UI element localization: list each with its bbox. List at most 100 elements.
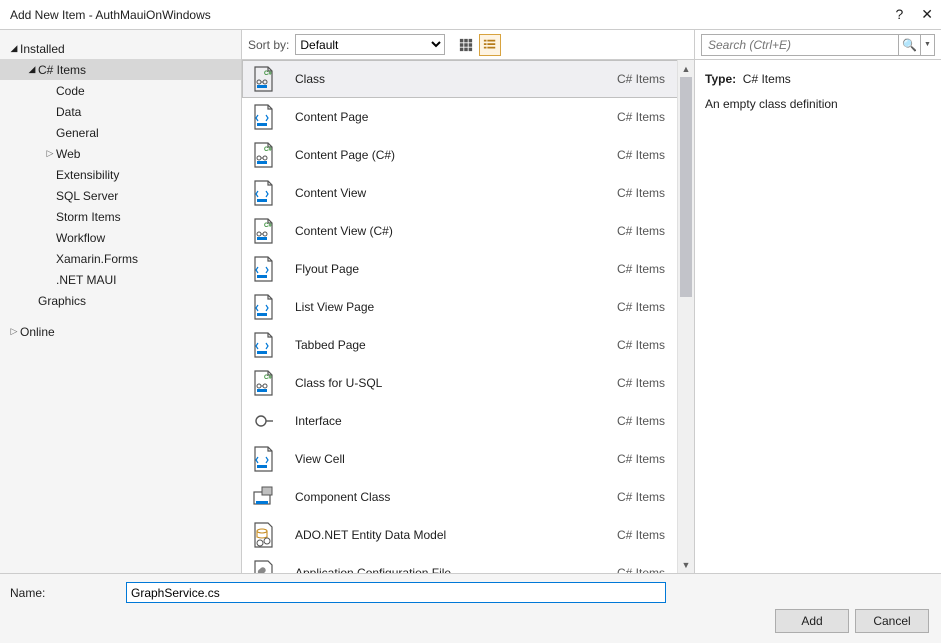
sort-dropdown[interactable]: Default bbox=[295, 34, 445, 55]
template-item-name: Class for U-SQL bbox=[277, 376, 617, 390]
template-item[interactable]: InterfaceC# Items bbox=[242, 402, 694, 440]
expand-icon[interactable]: ◢ bbox=[26, 64, 38, 75]
template-item[interactable]: Content ViewC# Items bbox=[242, 174, 694, 212]
template-item[interactable]: Application Configuration FileC# Items bbox=[242, 554, 694, 573]
template-item[interactable]: Content PageC# Items bbox=[242, 98, 694, 136]
template-item-name: Flyout Page bbox=[277, 262, 617, 276]
scroll-up-icon[interactable]: ▲ bbox=[678, 60, 694, 77]
tree-node-label: Web bbox=[56, 147, 80, 161]
ado-file-icon bbox=[249, 521, 277, 549]
add-button[interactable]: Add bbox=[775, 609, 849, 633]
close-button[interactable]: ✕ bbox=[921, 6, 933, 23]
description-panel: Type: C# Items An empty class definition bbox=[695, 60, 941, 124]
tree-node-label: Online bbox=[20, 325, 55, 339]
expand-icon[interactable]: ▷ bbox=[8, 326, 20, 337]
tree-node-label: Code bbox=[56, 84, 85, 98]
tree-node-code[interactable]: Code bbox=[0, 80, 241, 101]
search-input[interactable] bbox=[702, 38, 898, 52]
search-dropdown-icon[interactable]: ▼ bbox=[920, 35, 934, 55]
scroll-thumb[interactable] bbox=[680, 77, 692, 297]
category-tree: ◢Installed◢C# ItemsCodeDataGeneral▷WebEx… bbox=[0, 30, 242, 573]
xaml-file-icon bbox=[249, 179, 277, 207]
iface-file-icon bbox=[249, 407, 277, 435]
name-input[interactable] bbox=[126, 582, 666, 603]
comp-file-icon bbox=[249, 483, 277, 511]
template-item[interactable]: View CellC# Items bbox=[242, 440, 694, 478]
tree-node-online[interactable]: ▷Online bbox=[0, 321, 241, 342]
xaml-file-icon bbox=[249, 293, 277, 321]
tree-node-workflow[interactable]: Workflow bbox=[0, 227, 241, 248]
template-list[interactable]: ClassC# ItemsContent PageC# ItemsContent… bbox=[242, 60, 694, 573]
tree-node-graphics[interactable]: Graphics bbox=[0, 290, 241, 311]
search-icon[interactable]: 🔍 bbox=[898, 35, 920, 55]
template-item-name: List View Page bbox=[277, 300, 617, 314]
template-item[interactable]: Flyout PageC# Items bbox=[242, 250, 694, 288]
view-grid-button[interactable] bbox=[455, 34, 477, 56]
template-item-category: C# Items bbox=[617, 110, 665, 124]
tree-node-sql-server[interactable]: SQL Server bbox=[0, 185, 241, 206]
template-item-name: Content View bbox=[277, 186, 617, 200]
tree-node-label: Graphics bbox=[38, 294, 86, 308]
title-bar: Add New Item - AuthMauiOnWindows ? ✕ bbox=[0, 0, 941, 30]
tree-node-label: Installed bbox=[20, 42, 65, 56]
expand-icon[interactable]: ▷ bbox=[44, 148, 56, 159]
template-item-category: C# Items bbox=[617, 224, 665, 238]
template-item[interactable]: Tabbed PageC# Items bbox=[242, 326, 694, 364]
template-item-category: C# Items bbox=[617, 376, 665, 390]
tree-node-label: Extensibility bbox=[56, 168, 119, 182]
template-item-category: C# Items bbox=[617, 262, 665, 276]
template-item[interactable]: Content Page (C#)C# Items bbox=[242, 136, 694, 174]
help-button[interactable]: ? bbox=[895, 6, 903, 23]
name-label: Name: bbox=[10, 586, 118, 600]
cs-file-icon bbox=[249, 217, 277, 245]
cancel-button[interactable]: Cancel bbox=[855, 609, 929, 633]
template-item-name: Content Page bbox=[277, 110, 617, 124]
template-item-category: C# Items bbox=[617, 338, 665, 352]
tree-node-web[interactable]: ▷Web bbox=[0, 143, 241, 164]
template-item-name: Content Page (C#) bbox=[277, 148, 617, 162]
tree-node-label: Data bbox=[56, 105, 81, 119]
list-scrollbar[interactable]: ▲ ▼ bbox=[677, 60, 694, 573]
template-item-name: Application Configuration File bbox=[277, 566, 617, 573]
tree-node-xamarin-forms[interactable]: Xamarin.Forms bbox=[0, 248, 241, 269]
template-item-category: C# Items bbox=[617, 490, 665, 504]
tree-node-general[interactable]: General bbox=[0, 122, 241, 143]
tree-node-storm-items[interactable]: Storm Items bbox=[0, 206, 241, 227]
xaml-file-icon bbox=[249, 103, 277, 131]
template-item[interactable]: ClassC# Items bbox=[242, 60, 694, 98]
view-list-button[interactable] bbox=[479, 34, 501, 56]
template-item-name: Class bbox=[277, 72, 617, 86]
tree-node-label: Workflow bbox=[56, 231, 105, 245]
scroll-down-icon[interactable]: ▼ bbox=[678, 556, 694, 573]
template-item[interactable]: ADO.NET Entity Data ModelC# Items bbox=[242, 516, 694, 554]
template-item-name: ADO.NET Entity Data Model bbox=[277, 528, 617, 542]
xaml-file-icon bbox=[249, 445, 277, 473]
search-box[interactable]: 🔍 ▼ bbox=[701, 34, 935, 56]
tree-node-installed[interactable]: ◢Installed bbox=[0, 38, 241, 59]
tree-node-label: C# Items bbox=[38, 63, 86, 77]
template-item-category: C# Items bbox=[617, 414, 665, 428]
tree-node-label: Xamarin.Forms bbox=[56, 252, 138, 266]
footer: Name: Add Cancel bbox=[0, 573, 941, 643]
template-item[interactable]: Class for U-SQLC# Items bbox=[242, 364, 694, 402]
template-item[interactable]: Component ClassC# Items bbox=[242, 478, 694, 516]
template-item-name: Component Class bbox=[277, 490, 617, 504]
template-item[interactable]: List View PageC# Items bbox=[242, 288, 694, 326]
tree-node-data[interactable]: Data bbox=[0, 101, 241, 122]
tree-node-label: SQL Server bbox=[56, 189, 118, 203]
list-toolbar: Sort by: Default bbox=[242, 30, 694, 60]
template-item-category: C# Items bbox=[617, 566, 665, 573]
tree-node-label: Storm Items bbox=[56, 210, 121, 224]
template-item[interactable]: Content View (C#)C# Items bbox=[242, 212, 694, 250]
template-item-name: Interface bbox=[277, 414, 617, 428]
tree-node-extensibility[interactable]: Extensibility bbox=[0, 164, 241, 185]
type-label: Type: bbox=[705, 72, 736, 86]
expand-icon[interactable]: ◢ bbox=[8, 43, 20, 54]
tree-node-label: .NET MAUI bbox=[56, 273, 116, 287]
xaml-file-icon bbox=[249, 255, 277, 283]
template-item-name: Content View (C#) bbox=[277, 224, 617, 238]
tree-node-c-items[interactable]: ◢C# Items bbox=[0, 59, 241, 80]
template-item-category: C# Items bbox=[617, 186, 665, 200]
cs-file-icon bbox=[249, 141, 277, 169]
tree-node--net-maui[interactable]: .NET MAUI bbox=[0, 269, 241, 290]
